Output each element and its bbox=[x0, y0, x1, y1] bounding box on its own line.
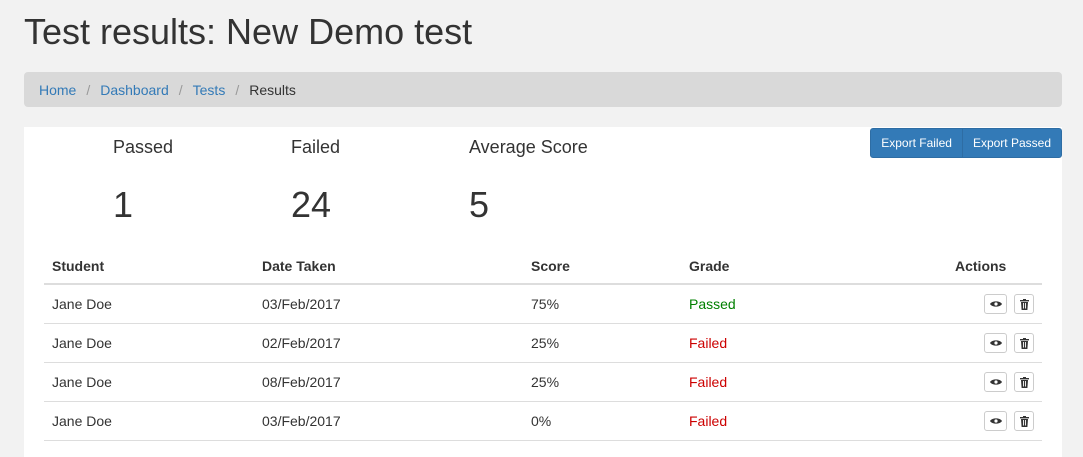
delete-button[interactable] bbox=[1014, 411, 1034, 431]
stat-passed-label: Passed bbox=[113, 137, 174, 157]
trash-icon bbox=[1019, 298, 1029, 310]
cell-score: 0% bbox=[523, 401, 681, 441]
cell-grade: Failed bbox=[681, 323, 947, 363]
stat-average-value: 5 bbox=[469, 184, 490, 225]
cell-actions bbox=[947, 284, 1042, 324]
page-title: Test results: New Demo test bbox=[24, 11, 473, 52]
trash-icon bbox=[1019, 337, 1029, 349]
table-header-row: Student Date Taken Score Grade Actions bbox=[44, 249, 1042, 285]
cell-actions bbox=[947, 401, 1042, 441]
breadcrumb-home-link[interactable]: Home bbox=[39, 82, 76, 98]
stat-failed: Failed 24 bbox=[291, 135, 340, 225]
breadcrumb-separator: / bbox=[235, 81, 240, 98]
cell-student: Jane Doe bbox=[44, 284, 254, 324]
results-table: Student Date Taken Score Grade Actions J… bbox=[44, 249, 1042, 441]
table-row: Jane Doe 08/Feb/2017 25% Failed bbox=[44, 362, 1042, 402]
cell-student: Jane Doe bbox=[44, 323, 254, 363]
delete-button[interactable] bbox=[1014, 294, 1034, 314]
eye-icon bbox=[989, 301, 1002, 307]
eye-icon bbox=[989, 340, 1002, 346]
stat-failed-value: 24 bbox=[291, 184, 332, 225]
cell-date: 08/Feb/2017 bbox=[254, 362, 523, 402]
stat-passed: Passed 1 bbox=[113, 135, 173, 225]
view-button[interactable] bbox=[984, 294, 1008, 314]
table-row: Jane Doe 02/Feb/2017 25% Failed bbox=[44, 323, 1042, 363]
delete-button[interactable] bbox=[1014, 333, 1034, 353]
view-button[interactable] bbox=[984, 372, 1008, 392]
view-button[interactable] bbox=[984, 333, 1008, 353]
eye-icon bbox=[989, 379, 1002, 385]
breadcrumb-separator: / bbox=[86, 81, 91, 98]
stat-average-label: Average Score bbox=[469, 137, 588, 157]
view-button[interactable] bbox=[984, 411, 1008, 431]
cell-grade: Passed bbox=[681, 284, 947, 324]
eye-icon bbox=[989, 418, 1002, 424]
results-panel: Passed 1 Failed 24 Average Score 5 Expor… bbox=[24, 127, 1062, 457]
cell-grade: Failed bbox=[681, 401, 947, 441]
breadcrumb: Home / Dashboard / Tests / Results bbox=[24, 72, 1062, 107]
column-header-grade: Grade bbox=[681, 249, 947, 285]
trash-icon bbox=[1019, 376, 1029, 388]
column-header-date: Date Taken bbox=[254, 249, 523, 285]
breadcrumb-current: Results bbox=[249, 81, 296, 98]
trash-icon bbox=[1019, 415, 1029, 427]
cell-score: 75% bbox=[523, 284, 681, 324]
export-failed-button[interactable]: Export Failed bbox=[870, 128, 963, 158]
cell-score: 25% bbox=[523, 323, 681, 363]
column-header-actions: Actions bbox=[947, 249, 1042, 285]
table-row: Jane Doe 03/Feb/2017 0% Failed bbox=[44, 401, 1042, 441]
cell-date: 03/Feb/2017 bbox=[254, 401, 523, 441]
cell-date: 03/Feb/2017 bbox=[254, 284, 523, 324]
export-passed-button[interactable]: Export Passed bbox=[961, 128, 1062, 158]
stat-average-score: Average Score 5 bbox=[469, 135, 588, 225]
cell-actions bbox=[947, 323, 1042, 363]
stat-passed-value: 1 bbox=[113, 184, 134, 225]
column-header-student: Student bbox=[44, 249, 254, 285]
cell-student: Jane Doe bbox=[44, 362, 254, 402]
breadcrumb-dashboard-link[interactable]: Dashboard bbox=[100, 82, 169, 98]
cell-grade: Failed bbox=[681, 362, 947, 402]
cell-actions bbox=[947, 362, 1042, 402]
stat-failed-label: Failed bbox=[291, 137, 341, 157]
breadcrumb-separator: / bbox=[178, 81, 183, 98]
cell-score: 25% bbox=[523, 362, 681, 402]
export-button-group: Export Failed Export Passed bbox=[870, 128, 1062, 158]
delete-button[interactable] bbox=[1014, 372, 1034, 392]
table-row: Jane Doe 03/Feb/2017 75% Passed bbox=[44, 284, 1042, 324]
cell-date: 02/Feb/2017 bbox=[254, 323, 523, 363]
breadcrumb-tests-link[interactable]: Tests bbox=[193, 82, 226, 98]
cell-student: Jane Doe bbox=[44, 401, 254, 441]
column-header-score: Score bbox=[523, 249, 681, 285]
